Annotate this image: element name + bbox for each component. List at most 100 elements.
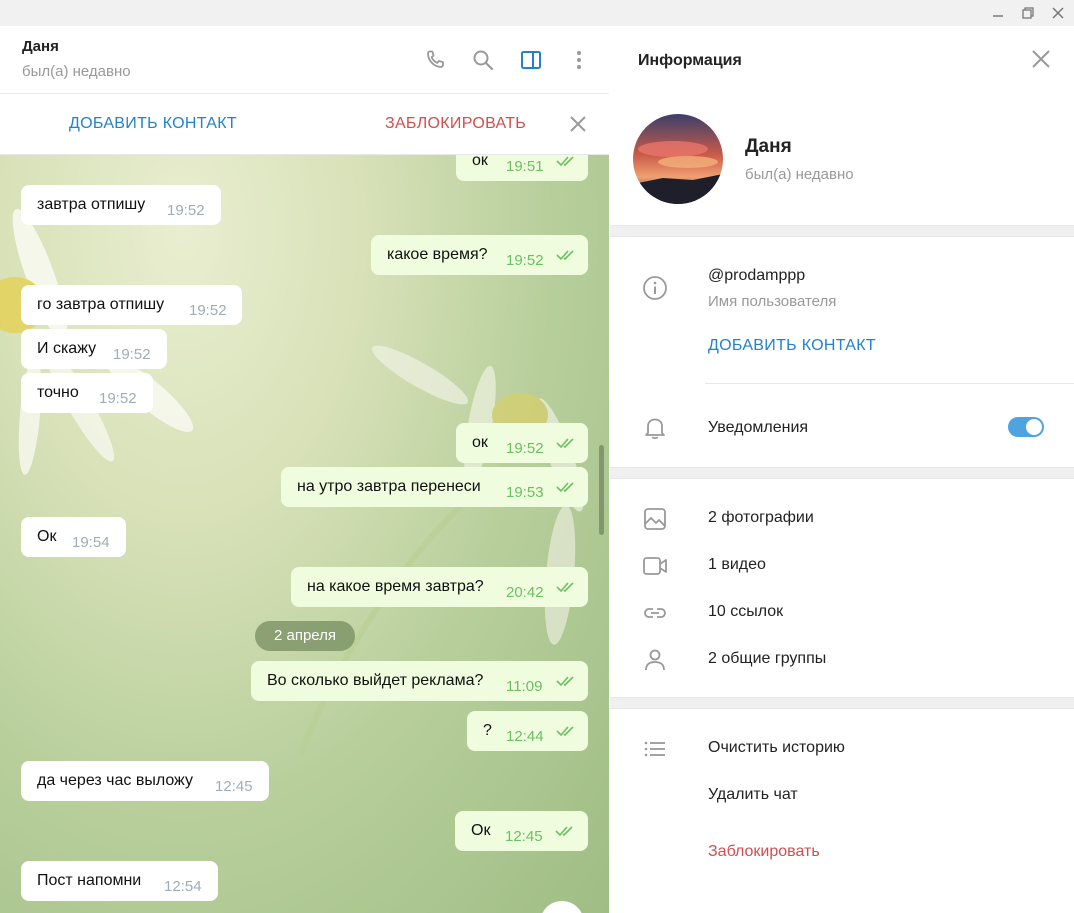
- message-outgoing[interactable]: Во сколько выйдет реклама? 11:09: [251, 661, 588, 701]
- bell-icon: [645, 418, 665, 440]
- video-icon: [643, 557, 667, 575]
- message-time: 19:54: [72, 534, 110, 551]
- message-text: какое время?: [387, 246, 488, 263]
- user-icon: [645, 649, 665, 671]
- message-text: Ок: [471, 822, 491, 839]
- message-time: 19:52: [189, 302, 227, 319]
- message-text: на утро завтра перенеси: [297, 478, 481, 495]
- message-list[interactable]: ок 19:51 завтра отпишу 19:52 какое время…: [0, 155, 609, 913]
- message-text: завтра отпишу: [37, 196, 146, 213]
- message-text: ок: [472, 155, 488, 169]
- notifications-label: Уведомления: [708, 419, 809, 436]
- close-bar-icon[interactable]: [566, 112, 590, 136]
- message-incoming[interactable]: И скажу 19:52: [21, 329, 167, 369]
- profile-status: был(а) недавно: [745, 166, 854, 183]
- sidebar-toggle-icon[interactable]: [517, 46, 545, 74]
- chat-panel: Даня был(а) недавно ДОБАВИТЬ КОНТАКТ ЗАБ…: [0, 26, 609, 913]
- close-window-icon[interactable]: [1043, 0, 1073, 26]
- profile-name: Даня: [745, 136, 792, 157]
- message-incoming[interactable]: Пост напомни 12:54: [21, 861, 218, 901]
- toggle-knob: [1026, 419, 1042, 435]
- chat-header: Даня был(а) недавно: [0, 26, 609, 94]
- message-time: 19:53: [506, 484, 544, 501]
- block-user-button[interactable]: ЗАБЛОКИРОВАТЬ: [385, 115, 526, 133]
- message-incoming[interactable]: Ок 19:54: [21, 517, 126, 557]
- message-outgoing[interactable]: на какое время завтра? 20:42: [291, 567, 588, 607]
- message-time: 12:45: [505, 828, 543, 845]
- message-time: 19:52: [113, 346, 151, 363]
- message-time: 11:09: [506, 678, 543, 695]
- delete-chat-button[interactable]: Удалить чат: [708, 786, 798, 804]
- username-label: Имя пользователя: [708, 293, 837, 310]
- clear-history-button[interactable]: Очистить историю: [708, 739, 845, 757]
- unknown-contact-bar: ДОБАВИТЬ КОНТАКТ ЗАБЛОКИРОВАТЬ: [0, 94, 609, 155]
- info-panel-title: Информация: [638, 52, 742, 69]
- message-text: да через час выложу: [37, 772, 193, 789]
- add-contact-button[interactable]: ДОБАВИТЬ КОНТАКТ: [69, 115, 237, 133]
- message-outgoing[interactable]: ок 19:52: [456, 423, 588, 463]
- notifications-toggle[interactable]: [1008, 417, 1044, 437]
- message-outgoing[interactable]: на утро завтра перенеси 19:53: [281, 467, 588, 507]
- common-groups-item[interactable]: 2 общие группы: [708, 650, 826, 668]
- message-text: на какое время завтра?: [307, 578, 484, 595]
- photo-icon: [644, 508, 666, 530]
- link-icon: [644, 608, 666, 618]
- message-incoming[interactable]: завтра отпишу 19:52: [21, 185, 221, 225]
- more-menu-icon[interactable]: [565, 46, 593, 74]
- date-divider: 2 апреля: [255, 621, 355, 651]
- message-time: 20:42: [506, 584, 544, 601]
- message-outgoing[interactable]: ок 19:51: [456, 155, 588, 181]
- search-icon[interactable]: [469, 46, 497, 74]
- window-titlebar: [0, 0, 1074, 26]
- message-time: 19:52: [99, 390, 137, 407]
- message-outgoing[interactable]: какое время? 19:52: [371, 235, 588, 275]
- read-ticks-icon: [556, 582, 574, 593]
- read-ticks-icon: [556, 250, 574, 261]
- message-time: 19:52: [506, 440, 544, 457]
- message-text: ?: [483, 722, 492, 739]
- message-time: 19:51: [506, 158, 544, 175]
- chat-title[interactable]: Даня: [22, 38, 59, 55]
- username-value[interactable]: @prodamppp: [708, 267, 805, 285]
- message-outgoing[interactable]: Ок 12:45: [455, 811, 588, 851]
- info-icon: [643, 276, 667, 300]
- read-ticks-icon: [556, 726, 574, 737]
- list-icon: [644, 741, 665, 757]
- message-incoming[interactable]: точно 19:52: [21, 373, 153, 413]
- message-time: 12:45: [215, 778, 253, 795]
- media-links-item[interactable]: 10 ссылок: [708, 603, 783, 621]
- close-info-icon[interactable]: [1030, 48, 1052, 70]
- media-photos-item[interactable]: 2 фотографии: [708, 509, 814, 527]
- read-ticks-icon: [555, 826, 573, 837]
- message-time: 12:44: [506, 728, 544, 745]
- message-text: Ок: [37, 528, 57, 545]
- message-text: точно: [37, 384, 79, 401]
- message-outgoing[interactable]: ? 12:44: [467, 711, 588, 751]
- block-user-link[interactable]: Заблокировать: [708, 843, 820, 861]
- minimize-icon[interactable]: [983, 0, 1013, 26]
- message-time: 19:52: [167, 202, 205, 219]
- message-text: ок: [472, 434, 488, 451]
- add-contact-link[interactable]: ДОБАВИТЬ КОНТАКТ: [708, 337, 876, 355]
- phone-icon[interactable]: [421, 46, 449, 74]
- read-ticks-icon: [556, 438, 574, 449]
- message-text: И скажу: [37, 340, 97, 357]
- divider: [705, 383, 1074, 384]
- maximize-icon[interactable]: [1013, 0, 1043, 26]
- section-divider: [610, 697, 1074, 709]
- message-time: 12:54: [164, 878, 202, 895]
- avatar[interactable]: [633, 114, 723, 204]
- section-divider: [610, 225, 1074, 237]
- message-incoming[interactable]: го завтра отпишу 19:52: [21, 285, 242, 325]
- info-panel: Информация Даня был(а) недавно @prodampp…: [610, 26, 1074, 913]
- scrollbar-thumb[interactable]: [599, 445, 604, 535]
- read-ticks-icon: [556, 482, 574, 493]
- message-incoming[interactable]: да через час выложу 12:45: [21, 761, 269, 801]
- message-time: 19:52: [506, 252, 544, 269]
- media-videos-item[interactable]: 1 видео: [708, 556, 766, 574]
- message-text: го завтра отпишу: [37, 296, 165, 313]
- read-ticks-icon: [556, 156, 574, 167]
- section-divider: [610, 467, 1074, 479]
- message-text: Во сколько выйдет реклама?: [267, 672, 484, 689]
- chat-status: был(а) недавно: [22, 63, 131, 80]
